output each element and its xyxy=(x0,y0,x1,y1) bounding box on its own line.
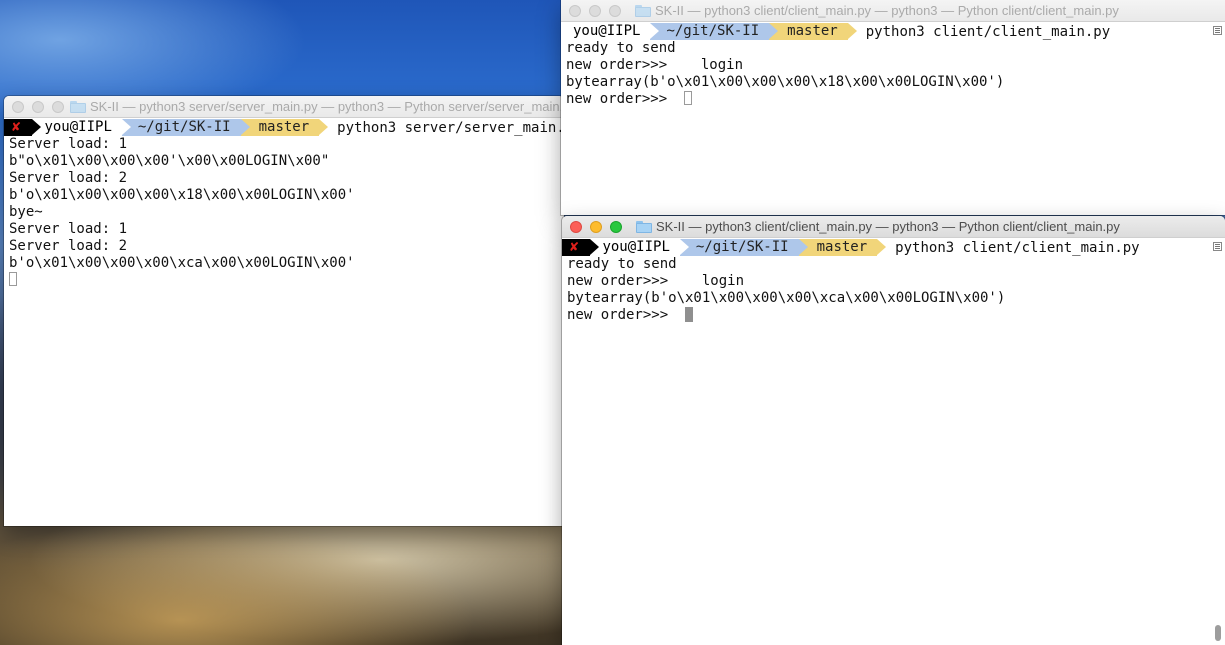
server-title-bar[interactable]: SK-II — python3 server/server_main.py — … xyxy=(4,96,564,118)
error-status-icon: ✘ xyxy=(562,239,601,256)
client2-terminal-content[interactable]: ✘ you@IIPL ~/git/SK-II master python3 cl… xyxy=(562,238,1225,645)
minimize-button[interactable] xyxy=(590,221,602,233)
zoom-button[interactable] xyxy=(610,221,622,233)
output-line: b"o\x01\x00\x00\x00'\x00\x00LOGIN\x00" xyxy=(9,153,330,169)
client2-title-bar[interactable]: SK-II — python3 client/client_main.py — … xyxy=(562,216,1225,238)
output-line: bye~ xyxy=(9,204,43,220)
input-prompt: new order>>> xyxy=(567,307,686,323)
prompt-command: python3 client/client_main.py xyxy=(865,23,1111,40)
server-terminal-window[interactable]: SK-II — python3 server/server_main.py — … xyxy=(4,96,564,526)
scroll-position-marker[interactable] xyxy=(1213,242,1222,251)
shell-prompt: you@IIPL ~/git/SK-II master python3 clie… xyxy=(561,23,1225,40)
input-line[interactable]: new order>>> xyxy=(561,91,1225,108)
scrollbar-thumb[interactable] xyxy=(1215,625,1221,641)
client2-terminal-window[interactable]: SK-II — python3 client/client_main.py — … xyxy=(562,216,1225,645)
client1-terminal-window[interactable]: SK-II — python3 client/client_main.py — … xyxy=(561,0,1225,215)
terminal-cursor xyxy=(685,307,694,322)
output-line: ready to send xyxy=(567,256,677,272)
client1-title-bar[interactable]: SK-II — python3 client/client_main.py — … xyxy=(561,0,1225,22)
shell-prompt: ✘ you@IIPL ~/git/SK-II master python3 cl… xyxy=(562,239,1225,256)
output-line: b'o\x01\x00\x00\x00\x18\x00\x00LOGIN\x00… xyxy=(9,187,355,203)
zoom-button[interactable] xyxy=(609,5,621,17)
output-line: Server load: 2 xyxy=(9,238,128,254)
folder-icon xyxy=(635,4,651,17)
prompt-git-branch: master xyxy=(769,23,857,40)
cursor-line xyxy=(4,272,564,289)
input-prompt: new order>>> xyxy=(566,91,685,107)
output-line: b'o\x01\x00\x00\x00\xca\x00\x00LOGIN\x00… xyxy=(9,255,355,271)
terminal-cursor xyxy=(684,91,693,105)
input-line[interactable]: new order>>> xyxy=(562,307,1225,324)
window-controls xyxy=(570,221,622,233)
minimize-button[interactable] xyxy=(589,5,601,17)
output-line: new order>>> login xyxy=(566,57,744,73)
window-title: SK-II — python3 client/client_main.py — … xyxy=(655,3,1119,18)
prompt-directory: ~/git/SK-II xyxy=(650,23,778,40)
branch-name: master xyxy=(258,119,310,135)
prompt-git-branch: master xyxy=(798,239,886,256)
prompt-command: python3 client/client_main.py xyxy=(895,239,1140,256)
window-controls xyxy=(569,5,621,17)
close-button[interactable] xyxy=(12,101,24,113)
server-terminal-content[interactable]: ✘ you@IIPL ~/git/SK-II master python3 se… xyxy=(4,118,564,526)
output-line: bytearray(b'o\x01\x00\x00\x00\x18\x00\x0… xyxy=(566,74,1005,90)
folder-icon xyxy=(636,220,652,233)
close-button[interactable] xyxy=(569,5,581,17)
prompt-directory: ~/git/SK-II xyxy=(121,119,250,136)
window-title: SK-II — python3 server/server_main.py — … xyxy=(90,99,564,114)
window-controls xyxy=(12,101,64,113)
output-line: bytearray(b'o\x01\x00\x00\x00\xca\x00\x0… xyxy=(567,290,1006,306)
scroll-position-marker[interactable] xyxy=(1213,26,1222,35)
output-line: new order>>> login xyxy=(567,273,745,289)
output-line: Server load: 1 xyxy=(9,221,128,237)
prompt-command: python3 server/server_main.py xyxy=(337,119,564,136)
prompt-directory: ~/git/SK-II xyxy=(679,239,808,256)
prompt-user: you@IIPL xyxy=(590,239,690,256)
error-status-icon: ✘ xyxy=(4,119,43,136)
minimize-button[interactable] xyxy=(32,101,44,113)
shell-prompt: ✘ you@IIPL ~/git/SK-II master python3 se… xyxy=(4,119,564,136)
output-line: Server load: 1 xyxy=(9,136,128,152)
close-button[interactable] xyxy=(570,221,582,233)
prompt-user: you@IIPL xyxy=(561,23,660,40)
zoom-button[interactable] xyxy=(52,101,64,113)
client1-terminal-content[interactable]: you@IIPL ~/git/SK-II master python3 clie… xyxy=(561,22,1225,215)
output-line: Server load: 2 xyxy=(9,170,128,186)
output-line: ready to send xyxy=(566,40,676,56)
terminal-cursor xyxy=(9,272,17,286)
branch-name: master xyxy=(787,23,838,39)
window-title: SK-II — python3 client/client_main.py — … xyxy=(656,219,1120,234)
prompt-user: you@IIPL xyxy=(32,119,132,136)
folder-icon xyxy=(70,100,86,113)
branch-name: master xyxy=(816,239,868,255)
prompt-git-branch: master xyxy=(240,119,328,136)
